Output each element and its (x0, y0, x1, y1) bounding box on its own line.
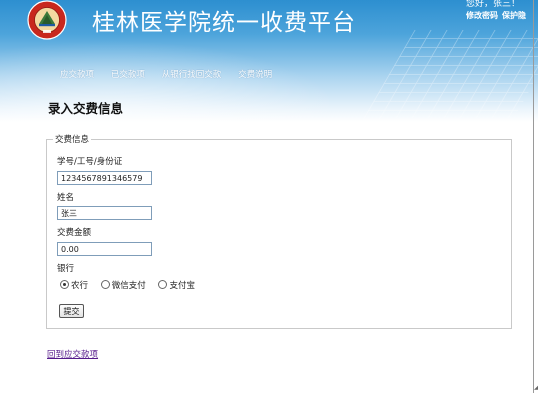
fieldset-legend: 交费信息 (55, 135, 90, 145)
bank-option-alipay[interactable]: 支付宝 (158, 279, 195, 291)
id-input[interactable] (57, 171, 152, 185)
bank-label: 银行 (57, 264, 75, 274)
amount-label: 交费金额 (57, 228, 92, 238)
amount-input[interactable] (57, 242, 152, 256)
nav-item-paid-payments[interactable]: 已交款项 (111, 70, 145, 80)
protect-link[interactable]: 保护隐 (502, 11, 526, 20)
radio-unselected-icon[interactable] (100, 280, 110, 289)
id-label: 学号/工号/身份证 (57, 157, 123, 167)
bank-option-label: 微信支付 (111, 281, 146, 291)
name-label: 姓名 (57, 193, 75, 203)
nav-item-recover-from-bank[interactable]: 从银行找回交款 (162, 70, 222, 80)
name-input[interactable] (57, 206, 152, 220)
bank-option-abc[interactable]: 农行 (60, 279, 88, 291)
submit-button[interactable]: 提交 (59, 304, 84, 318)
radio-selected-icon[interactable] (60, 280, 69, 289)
bank-option-label: 农行 (71, 281, 89, 291)
banner-grid-decoration (361, 30, 538, 122)
nav-item-payment-instructions[interactable]: 交费说明 (238, 70, 272, 80)
bank-radio-group: 农行 微信支付 支付宝 (60, 279, 205, 291)
user-greeting: 您好，张三！ (466, 0, 521, 9)
window-right-border (533, 0, 534, 393)
radio-unselected-icon[interactable] (158, 280, 168, 289)
site-title: 桂林医学院统一收费平台 (92, 10, 356, 36)
resize-corner-icon: ◢ (534, 384, 538, 391)
main-nav: 应交款项 已交款项 从银行找回交款 交费说明 (60, 68, 286, 80)
bank-option-wechat[interactable]: 微信支付 (100, 279, 146, 291)
back-to-pending-link[interactable]: 回到应交款项 (47, 348, 98, 360)
nav-item-pending-payments[interactable]: 应交款项 (60, 70, 94, 80)
change-password-link[interactable]: 修改密码 (466, 11, 498, 20)
page-title: 录入交费信息 (48, 101, 124, 116)
bank-option-label: 支付宝 (169, 281, 195, 291)
user-links: 修改密码 保护隐 (466, 11, 530, 21)
university-logo-icon (27, 0, 67, 40)
